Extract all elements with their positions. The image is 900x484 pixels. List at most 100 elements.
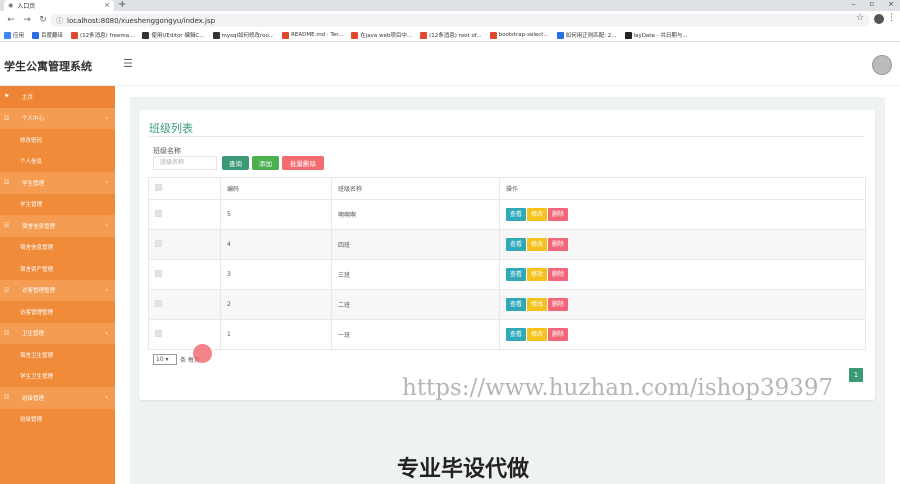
sidebar: ⚑ 主页 ☷ 个人中心 ‹ 修改密码个人信息 ☷ 学生管理 ‹ 学生管理 ☷ 宿舍信息管理 ‹ 宿舍信息管… — [0, 86, 115, 484]
bookmark-item[interactable]: README.md · Ter... — [282, 31, 343, 39]
bookmark-item[interactable]: (12条消息) root of... — [420, 31, 482, 39]
bookmark-favicon-icon — [420, 31, 428, 39]
row-class-name: 一班 — [331, 319, 500, 350]
sidebar-item-label: 宿舍信息管理 — [20, 245, 54, 252]
row-checkbox[interactable] — [155, 330, 162, 337]
add-button[interactable]: 添加 — [252, 156, 279, 170]
chevron-icon: ‹ — [105, 286, 108, 294]
minimize-icon[interactable]: – — [852, 0, 856, 8]
view-button[interactable]: 查看 — [506, 328, 527, 341]
delete-button[interactable]: 删除 — [548, 298, 569, 311]
forward-icon[interactable]: → — [22, 15, 32, 25]
row-checkbox[interactable] — [155, 300, 162, 307]
bookmark-favicon-icon — [212, 31, 220, 39]
bookmark-item[interactable]: (12条消息) freema... — [71, 31, 134, 39]
sidebar-item-label: 宿舍卫生管理 — [20, 352, 54, 359]
bookmark-item[interactable]: mysql如何修改roo... — [212, 31, 274, 39]
profile-icon[interactable] — [874, 14, 884, 24]
url-text: localhost:8080/xueshenggongyu/index.jsp — [67, 16, 216, 25]
edit-button[interactable]: 修改 — [527, 238, 548, 251]
sidebar-item-student-hygiene-management[interactable]: 学生卫生管理 — [0, 366, 115, 388]
browser-tab[interactable]: ◉ 入口页 × — [4, 0, 114, 11]
bookmark-favicon-icon — [351, 31, 359, 39]
bookmark-label: (12条消息) freema... — [80, 33, 135, 39]
sidebar-item-label: 修改密码 — [20, 137, 43, 144]
back-icon[interactable]: ← — [6, 15, 16, 25]
bookmark-label: layDate - 共日期与... — [633, 33, 688, 39]
delete-button[interactable]: 删除 — [548, 328, 569, 341]
view-button[interactable]: 查看 — [506, 268, 527, 281]
app-header: 学生公寓管理系统 ☰ — [0, 42, 900, 86]
row-checkbox[interactable] — [155, 210, 162, 217]
edit-button[interactable]: 修改 — [527, 328, 548, 341]
sidebar-item-hygiene-management[interactable]: ☷ 卫生管理 ‹ — [0, 322, 115, 344]
delete-button[interactable]: 删除 — [548, 208, 569, 221]
sidebar-item-class-management[interactable]: ☷ 班级管理 ‹ — [0, 387, 115, 409]
row-select-cell — [148, 289, 221, 320]
bookmark-star-icon[interactable]: ☆ — [856, 13, 864, 23]
bookmark-item[interactable]: 应用 — [4, 31, 24, 39]
bookmark-item[interactable]: layDate - 共日期与... — [624, 31, 688, 39]
search-button[interactable]: 查询 — [222, 156, 249, 170]
bookmark-item[interactable]: 使用UEditor 编辑C... — [142, 31, 205, 39]
sidebar-item-class-management-sub[interactable]: 班级管理 — [0, 409, 115, 431]
url-input[interactable]: ⓘ localhost:8080/xueshenggongyu/index.js… — [50, 14, 870, 27]
sidebar-item-dorm-hygiene-management[interactable]: 宿舍卫生管理 — [0, 344, 115, 366]
address-bar-row: ← → ↻ ⓘ localhost:8080/xueshenggongyu/in… — [0, 11, 900, 29]
sidebar-item-dorm-info-management[interactable]: ☷ 宿舍信息管理 ‹ — [0, 215, 115, 237]
edit-button[interactable]: 修改 — [527, 268, 548, 281]
grid-icon: ☷ — [4, 114, 10, 122]
table-row: 5 啊啊啊 查看 修改 删除 — [148, 199, 866, 230]
sidebar-item-student-management[interactable]: ☷ 学生管理 ‹ — [0, 172, 115, 194]
view-button[interactable]: 查看 — [506, 238, 527, 251]
sidebar-item-student-management-sub[interactable]: 学生管理 — [0, 194, 115, 216]
class-name-input[interactable]: 班级名称 — [153, 156, 217, 170]
bookmark-item[interactable]: 百度翻译 — [32, 31, 63, 39]
bookmark-label: 使用UEditor 编辑C... — [151, 33, 205, 39]
maximize-icon[interactable]: ▫ — [869, 0, 874, 8]
page-size-select[interactable]: 10 ▾ — [153, 354, 177, 365]
row-class-name: 啊啊啊 — [331, 199, 500, 230]
row-checkbox[interactable] — [155, 270, 162, 277]
sidebar-item-personal-center[interactable]: ☷ 个人中心 ‹ — [0, 107, 115, 129]
row-checkbox[interactable] — [155, 240, 162, 247]
sidebar-item-personal-info[interactable]: 个人信息 — [0, 151, 115, 173]
class-list-card: 班级列表 班级名称 班级名称 查询 添加 批量删除 编码 班级名称 操作 5 啊啊… — [139, 110, 875, 400]
row-code: 5 — [220, 199, 332, 230]
avatar[interactable] — [872, 55, 892, 75]
browser-menu-icon[interactable]: ⋮ — [887, 13, 896, 23]
close-window-icon[interactable]: × — [888, 0, 894, 8]
bookmark-item[interactable]: bootstrap-select... — [489, 31, 549, 39]
bookmark-favicon-icon — [282, 31, 290, 39]
right-gutter — [885, 86, 900, 484]
delete-button[interactable]: 删除 — [548, 268, 569, 281]
delete-button[interactable]: 删除 — [548, 238, 569, 251]
view-button[interactable]: 查看 — [506, 208, 527, 221]
watermark-text: https://www.huzhan.com/ishop39397 — [402, 375, 834, 401]
batch-delete-button[interactable]: 批量删除 — [282, 156, 324, 170]
sidebar-item-label: 主页 — [22, 94, 34, 101]
reload-icon[interactable]: ↻ — [38, 15, 48, 25]
sidebar-item-home[interactable]: ⚑ 主页 — [0, 86, 115, 108]
table-header-row: 编码 班级名称 操作 — [148, 177, 866, 200]
chevron-icon: ‹ — [105, 114, 108, 122]
select-all-checkbox[interactable] — [155, 184, 162, 191]
edit-button[interactable]: 修改 — [527, 208, 548, 221]
edit-button[interactable]: 修改 — [527, 298, 548, 311]
new-tab-icon[interactable]: + — [118, 0, 126, 10]
sidebar-item-visitor-management[interactable]: ☷ 访客管理管理 ‹ — [0, 279, 115, 301]
sidebar-item-visitor-management-sub[interactable]: 访客管理管理 — [0, 301, 115, 323]
row-select-cell — [148, 319, 221, 350]
view-button[interactable]: 查看 — [506, 298, 527, 311]
page-button-1[interactable]: 1 — [849, 368, 863, 382]
close-tab-icon[interactable]: × — [104, 1, 110, 9]
bookmark-item[interactable]: 如何用正则匹配: 2... — [556, 31, 617, 39]
bookmark-item[interactable]: 在java web项目中... — [351, 31, 412, 39]
sidebar-item-change-password[interactable]: 修改密码 — [0, 129, 115, 151]
sidebar-item-dorm-asset-management[interactable]: 宿舍资产管理 — [0, 258, 115, 280]
sidebar-item-label: 访客管理管理 — [20, 309, 54, 316]
menu-toggle-icon[interactable]: ☰ — [123, 57, 133, 70]
bookmark-label: 在java web项目中... — [360, 33, 413, 39]
title-divider — [149, 136, 864, 137]
sidebar-item-dorm-info-management-sub[interactable]: 宿舍信息管理 — [0, 237, 115, 259]
